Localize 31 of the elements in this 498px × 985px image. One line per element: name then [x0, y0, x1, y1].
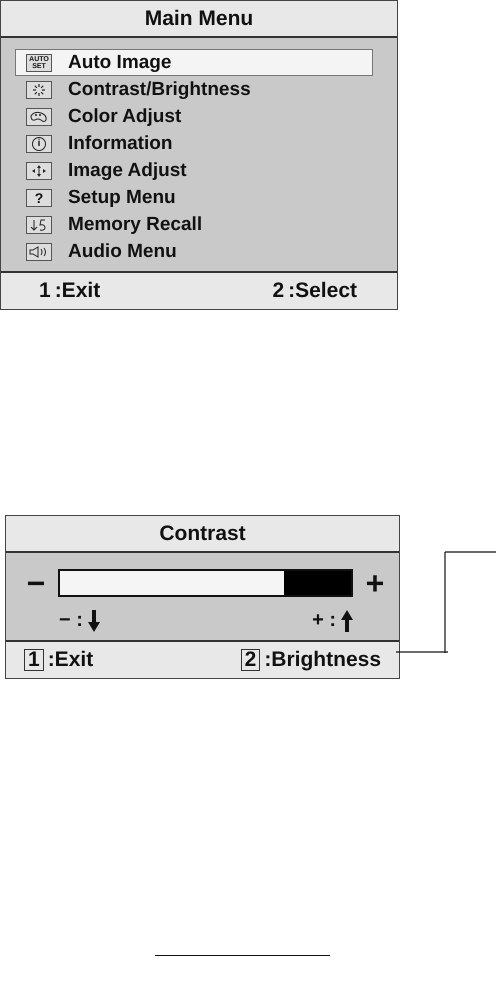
key-action: :Brightness	[264, 648, 381, 672]
info-icon: i	[26, 134, 52, 152]
menu-item[interactable]: Memory Recall	[15, 211, 373, 238]
menu-item[interactable]: i Information	[15, 130, 373, 157]
down-arrow-icon	[86, 610, 101, 632]
menu-item[interactable]: Audio Menu	[15, 238, 373, 265]
menu-item[interactable]: Image Adjust	[15, 157, 373, 184]
menu-title: Contrast	[6, 516, 399, 553]
key-action: :Select	[288, 279, 357, 303]
up-arrow-icon	[340, 610, 354, 632]
key-action: :Exit	[54, 279, 100, 303]
menu-item[interactable]: Color Adjust	[15, 103, 373, 130]
key-action: :Exit	[48, 648, 94, 672]
contrast-slider[interactable]	[58, 569, 353, 597]
plus-sign: +	[364, 569, 386, 597]
hint-label: − :	[59, 609, 83, 632]
minus-sign: −	[26, 569, 46, 597]
sun-icon	[26, 80, 52, 98]
key-label: 1	[39, 279, 51, 303]
help-icon: ?	[26, 188, 52, 206]
hint-label: + :	[312, 609, 336, 632]
key-label: 2	[240, 649, 260, 671]
menu-item[interactable]: Contrast/Brightness	[15, 76, 373, 103]
key-label: 1	[24, 649, 44, 671]
recall-icon	[26, 216, 52, 234]
key-label: 2	[272, 279, 284, 303]
palette-icon	[26, 108, 52, 126]
move-arrows-icon	[26, 162, 52, 180]
menu-title: Main Menu	[1, 1, 397, 38]
menu-item[interactable]: ? Setup Menu	[15, 184, 373, 211]
speaker-icon	[26, 242, 52, 260]
